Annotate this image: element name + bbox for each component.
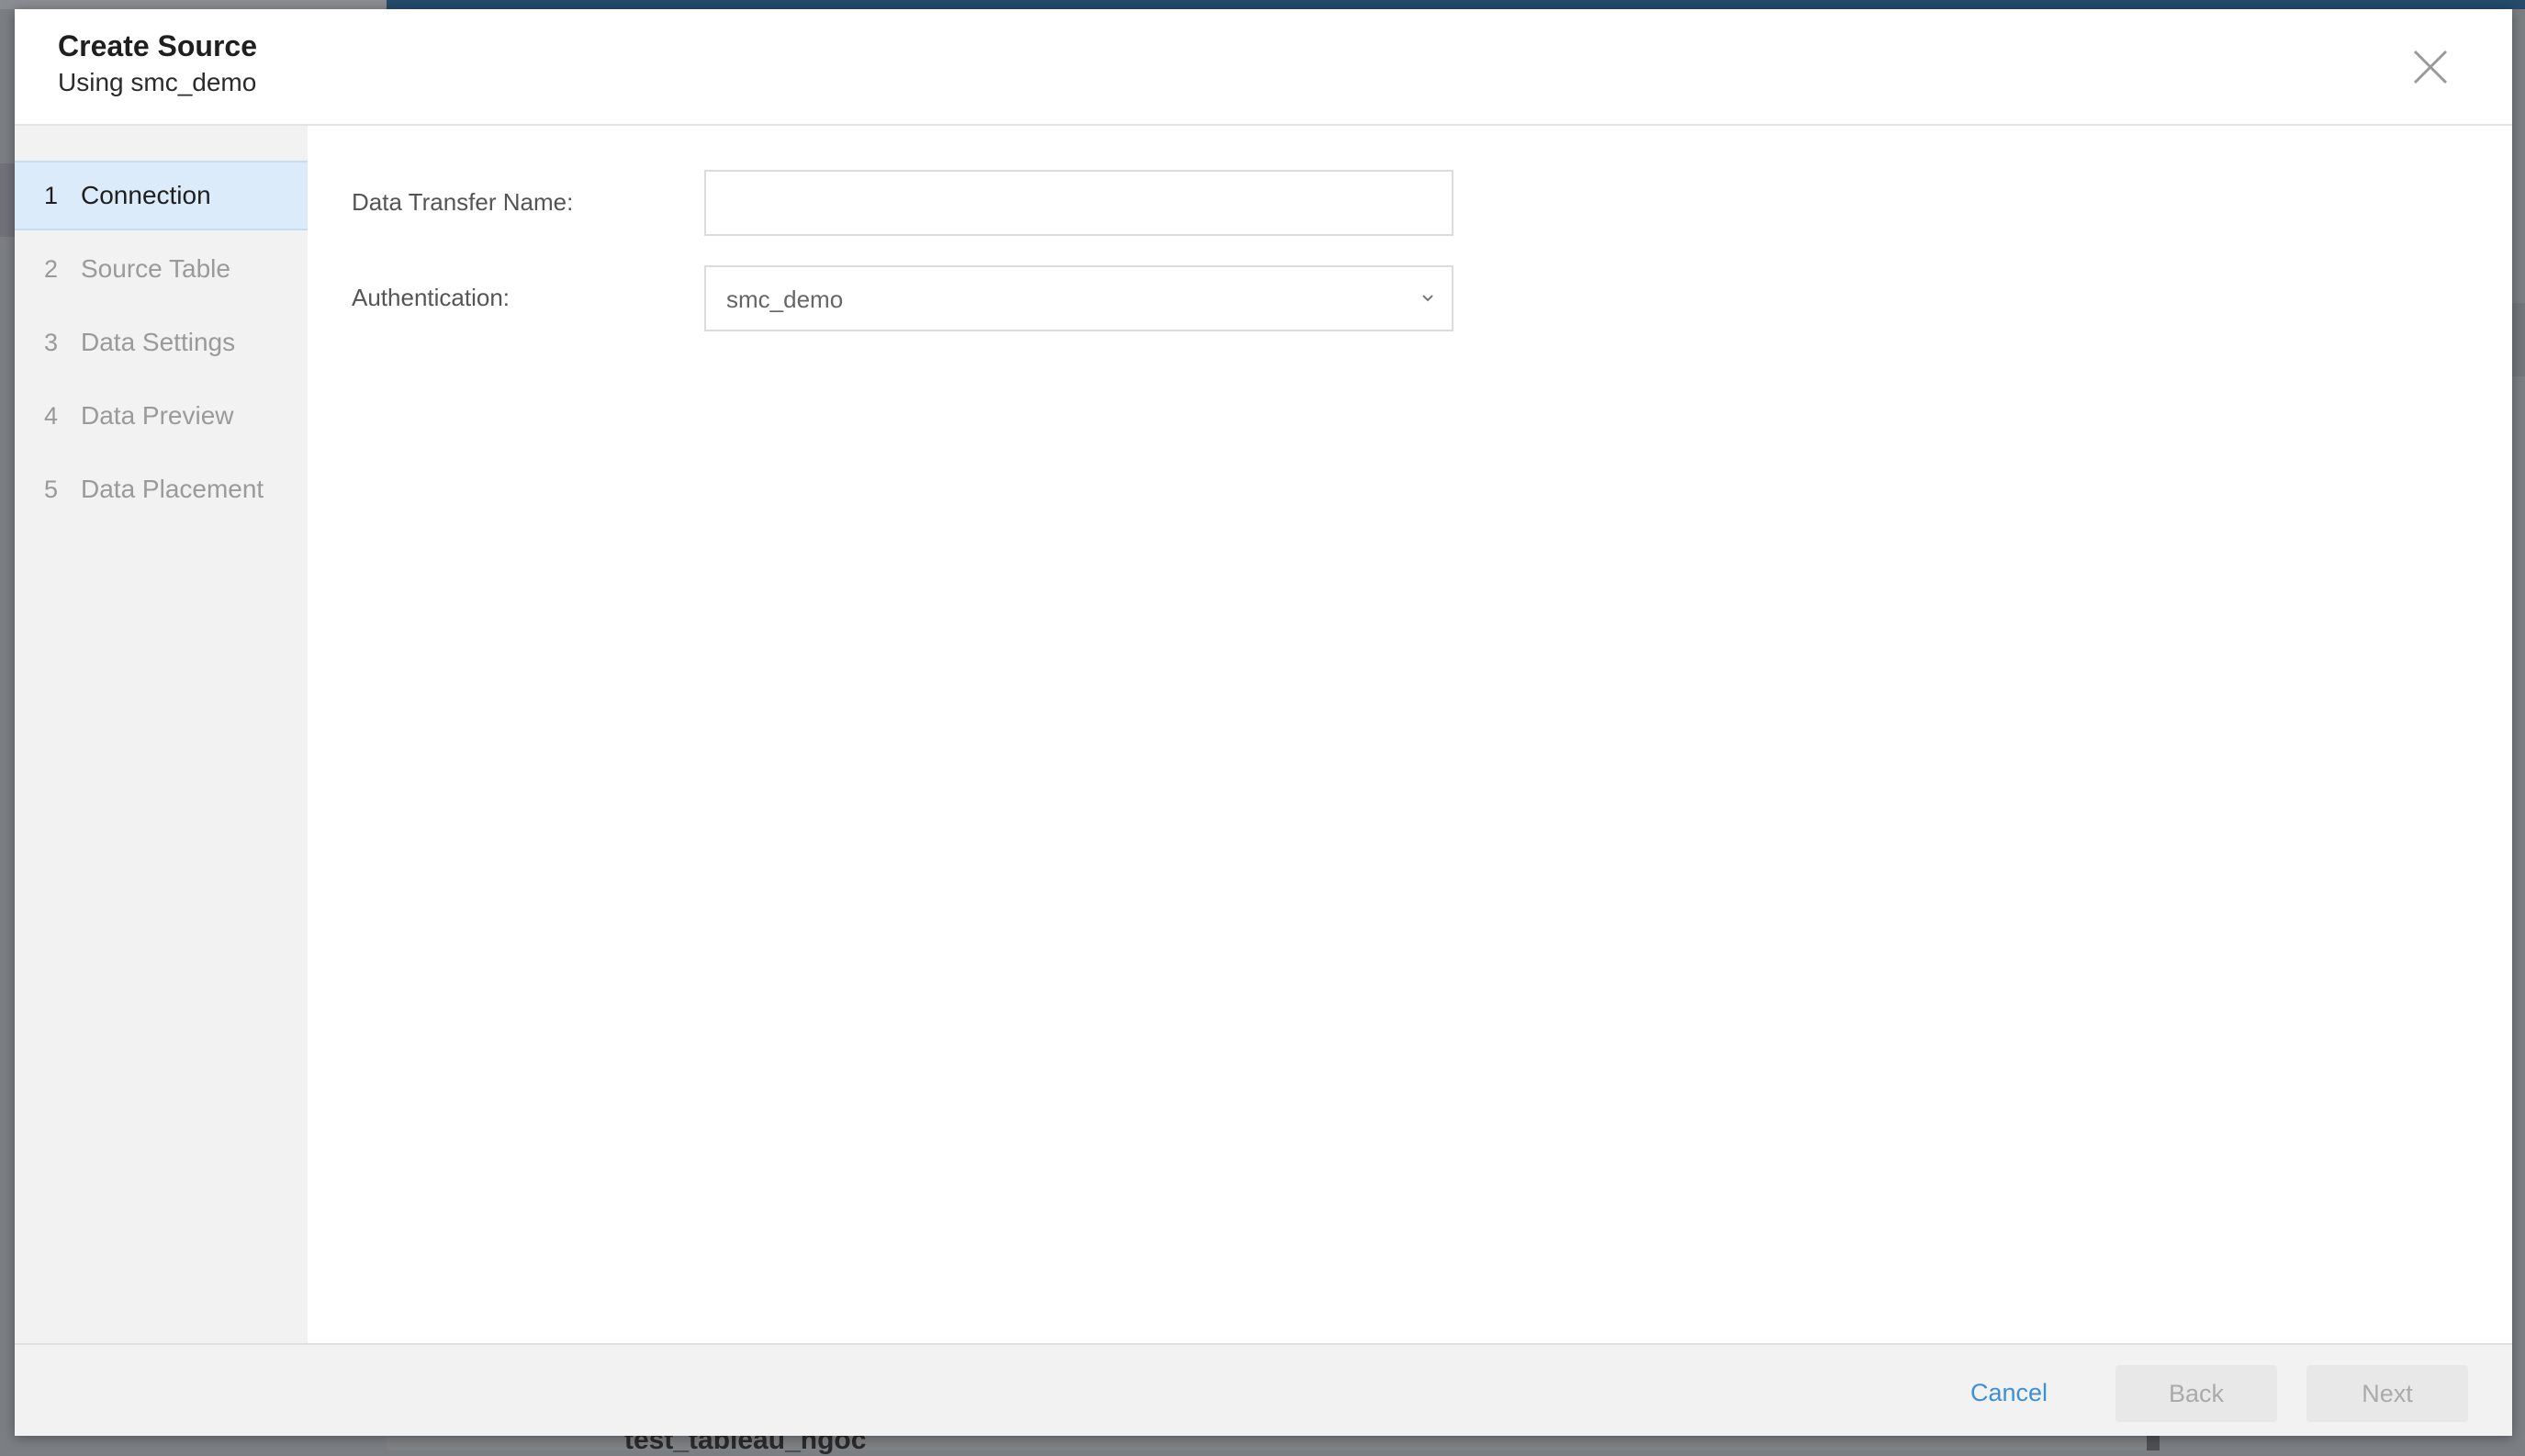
step-data-placement[interactable]: 5 Data Placement (15, 454, 308, 524)
dialog-title: Create Source (58, 29, 257, 62)
create-source-dialog: Create Source Using smc_demo 1 Connectio… (15, 9, 2512, 1436)
dialog-header: Create Source Using smc_demo (15, 9, 2512, 126)
connection-form: Data Transfer Name: Authentication: smc_… (308, 126, 2512, 1343)
step-number: 5 (44, 475, 59, 503)
step-label: Data Settings (81, 328, 236, 356)
close-icon (2413, 50, 2448, 84)
step-label: Data Preview (81, 401, 234, 430)
authentication-label: Authentication: (352, 284, 511, 311)
step-number: 3 (44, 328, 59, 356)
step-number: 2 (44, 254, 59, 283)
next-button[interactable]: Next (2306, 1365, 2468, 1422)
cancel-button[interactable]: Cancel (1970, 1365, 2048, 1420)
step-label: Source Table (81, 254, 230, 283)
authentication-select[interactable]: smc_demo (704, 265, 1453, 331)
step-label: Data Placement (81, 475, 264, 503)
chevron-down-icon (1422, 295, 1433, 302)
background-topbar (0, 0, 387, 9)
background-app-header (387, 0, 2525, 9)
step-connection[interactable]: 1 Connection (15, 161, 308, 230)
step-data-preview[interactable]: 4 Data Preview (15, 381, 308, 451)
dialog-subtitle: Using smc_demo (58, 68, 257, 96)
wizard-steps: 1 Connection 2 Source Table 3 Data Setti… (15, 126, 308, 1343)
authentication-selected-value: smc_demo (726, 286, 844, 313)
step-label: Connection (81, 181, 211, 209)
step-source-table[interactable]: 2 Source Table (15, 234, 308, 304)
close-button[interactable] (2411, 48, 2450, 86)
dialog-footer: Cancel Back Next (15, 1343, 2512, 1436)
back-button[interactable]: Back (2115, 1365, 2277, 1422)
data-transfer-name-label: Data Transfer Name: (352, 188, 574, 216)
step-number: 4 (44, 401, 59, 430)
data-transfer-name-input[interactable] (704, 170, 1453, 236)
step-number: 1 (44, 181, 59, 209)
step-data-settings[interactable]: 3 Data Settings (15, 308, 308, 377)
